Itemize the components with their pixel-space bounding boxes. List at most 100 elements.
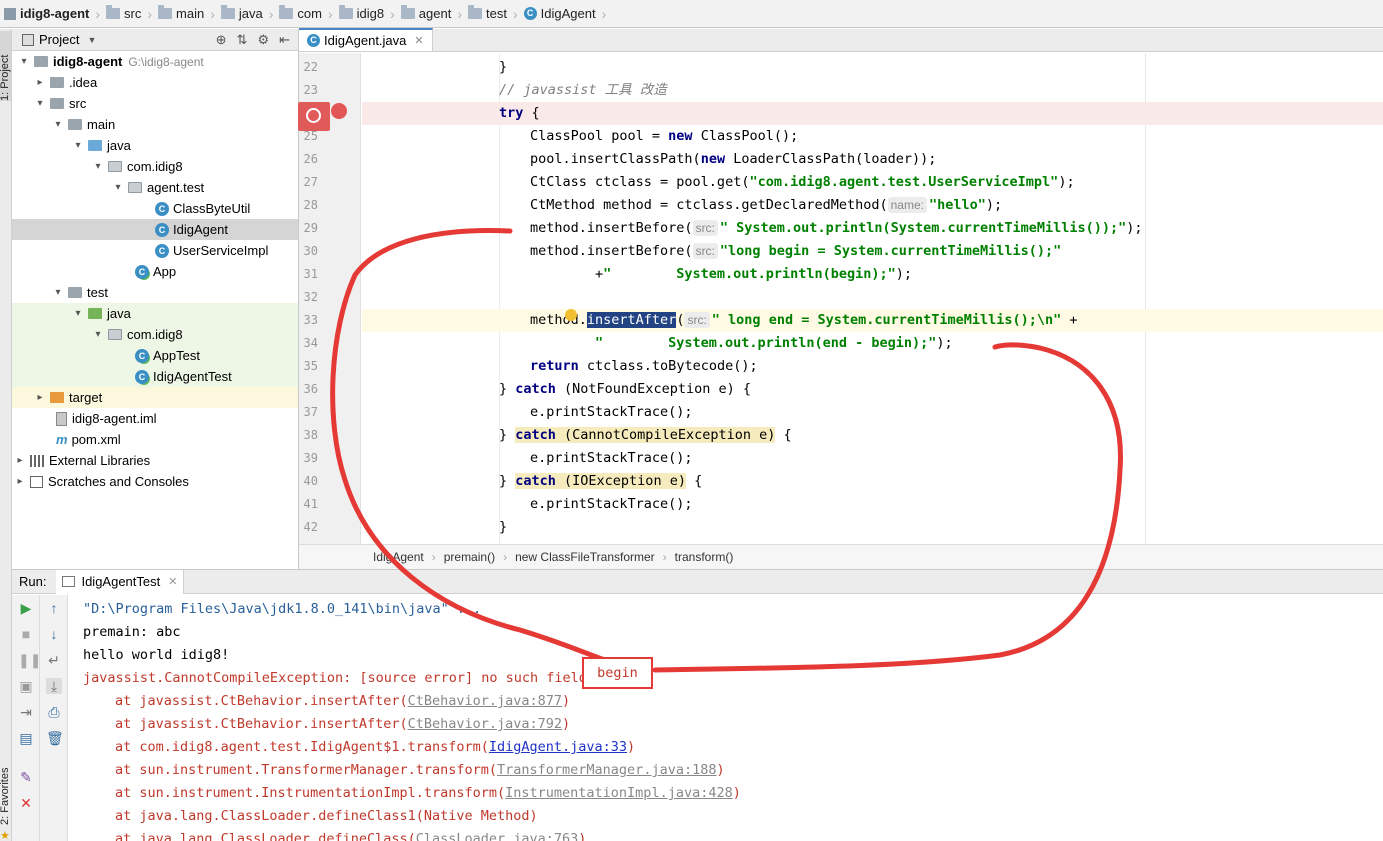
code-line-35: return ctclass.toBytecode(); — [530, 358, 758, 374]
tree-item-target[interactable]: ▸ target — [12, 387, 298, 408]
tree-item-app[interactable]: C App — [12, 261, 298, 282]
close-icon[interactable]: ✕ — [168, 575, 177, 588]
exit-icon[interactable]: ⇥ — [18, 704, 34, 720]
tree-item-src[interactable]: ▾ src — [12, 93, 298, 114]
editor-tabs: C IdigAgent.java ✕ — [299, 28, 1383, 52]
source-link[interactable]: TransformerManager.java:188 — [497, 762, 716, 778]
tree-item-idea[interactable]: ▸ .idea — [12, 72, 298, 93]
tree-item-idigagenttest[interactable]: C IdigAgentTest — [12, 366, 298, 387]
chevron-down-icon[interactable]: ▾ — [72, 140, 84, 151]
breadcrumb-class[interactable]: IdigAgent — [373, 550, 424, 564]
pin-icon[interactable]: ✎ — [18, 769, 34, 785]
source-link[interactable]: CtBehavior.java:792 — [408, 716, 562, 732]
breadcrumb-method[interactable]: premain() — [444, 550, 495, 564]
tree-item-classbyteutil[interactable]: C ClassByteUtil — [12, 198, 298, 219]
line-number: 37 — [303, 405, 318, 419]
camera-icon[interactable]: ▣ — [18, 678, 34, 694]
collapse-all-icon[interactable]: ⇅ — [237, 32, 248, 48]
tab-idigagent-java[interactable]: C IdigAgent.java ✕ — [299, 28, 433, 51]
breakpoint-icon[interactable] — [331, 103, 347, 119]
nav-crumb-idigagent[interactable]: C IdigAgent › — [518, 0, 606, 28]
project-view-dropdown[interactable]: Project — [39, 32, 79, 47]
code-area[interactable]: } // javassist 工具 改造 try { ClassPool poo… — [362, 53, 1383, 544]
tree-item-root[interactable]: ▾ idig8-agent G:\idig8-agent — [12, 51, 298, 72]
rerun-icon[interactable]: ▶ — [18, 600, 34, 616]
chevron-down-icon[interactable]: ▾ — [34, 98, 46, 109]
nav-crumb-test[interactable]: test › — [462, 0, 518, 28]
tree-item-main[interactable]: ▾ main — [12, 114, 298, 135]
tool-tab-project[interactable]: 1: Project — [0, 31, 11, 101]
soft-wrap-icon[interactable]: ↵ — [46, 652, 62, 668]
source-folder-icon — [88, 140, 102, 151]
run-tab-idigagenttest[interactable]: IdigAgentTest ✕ — [56, 569, 185, 594]
locate-icon[interactable]: ⊕ — [216, 32, 227, 48]
selected-text: insertAfter — [586, 312, 677, 328]
lightbulb-icon[interactable] — [565, 309, 577, 321]
tree-item-scratches[interactable]: ▸ Scratches and Consoles — [12, 471, 298, 492]
code-line-37: e.printStackTrace(); — [530, 404, 693, 420]
chevron-down-icon[interactable]: ▾ — [52, 119, 64, 130]
nav-crumb-java[interactable]: java › — [215, 0, 273, 28]
tree-item-test[interactable]: ▾ test — [12, 282, 298, 303]
tree-item-main-java[interactable]: ▾ java — [12, 135, 298, 156]
chevron-down-icon[interactable]: ▾ — [18, 56, 30, 67]
pause-icon[interactable]: ❚❚ — [18, 652, 41, 668]
tree-item-external-libraries[interactable]: ▸ External Libraries — [12, 450, 298, 471]
chevron-down-icon[interactable]: ▾ — [52, 287, 64, 298]
close-icon[interactable]: ✕ — [414, 34, 423, 47]
tree-item-apptest[interactable]: C AppTest — [12, 345, 298, 366]
gear-icon[interactable]: ⚙ — [257, 32, 269, 48]
arrow-down-icon[interactable]: ↓ — [46, 626, 62, 642]
chevron-down-icon[interactable]: ▾ — [92, 329, 104, 340]
print-icon[interactable]: ⎙ — [46, 704, 62, 720]
nav-crumb-com[interactable]: com › — [273, 0, 333, 28]
nav-crumb-main[interactable]: main › — [152, 0, 215, 28]
nav-crumb-agent[interactable]: agent › — [395, 0, 462, 28]
breakpoint-search-icon[interactable] — [298, 102, 330, 131]
chevron-right-icon[interactable]: ▸ — [14, 476, 26, 487]
nav-crumb-project[interactable]: idig8-agent › — [2, 0, 100, 28]
console-output[interactable]: "D:\Program Files\Java\jdk1.8.0_141\bin\… — [69, 595, 1383, 841]
folder-icon — [68, 119, 82, 130]
tree-item-test-java[interactable]: ▾ java — [12, 303, 298, 324]
tree-item-com-idig8[interactable]: ▾ com.idig8 — [12, 156, 298, 177]
chevron-down-icon[interactable]: ▾ — [112, 182, 124, 193]
folder-icon — [158, 5, 173, 19]
chevron-right-icon[interactable]: ▸ — [34, 392, 46, 403]
hide-panel-icon[interactable]: ⇤ — [279, 32, 290, 48]
stack-trace-line: at java.lang.ClassLoader.defineClass1(Na… — [115, 808, 538, 824]
tool-tab-favorites[interactable]: 2: Favorites — [0, 741, 11, 825]
tree-item-iml[interactable]: idig8-agent.iml — [12, 408, 298, 429]
close-panel-icon[interactable]: ✕ — [18, 795, 34, 811]
source-link[interactable]: InstrumentationImpl.java:428 — [505, 785, 733, 801]
stack-trace-line: at javassist.CtBehavior.insertAfter(CtBe… — [115, 716, 571, 732]
line-number: 26 — [303, 152, 318, 166]
folder-icon — [220, 5, 235, 19]
source-link[interactable]: IdigAgent.java:33 — [489, 739, 627, 755]
tree-item-agent-test[interactable]: ▾ agent.test — [12, 177, 298, 198]
arrow-up-icon[interactable]: ↑ — [46, 600, 62, 616]
nav-crumb-idig8[interactable]: idig8 › — [333, 0, 395, 28]
tree-item-pom[interactable]: m pom.xml — [12, 429, 298, 450]
source-link[interactable]: CtBehavior.java:877 — [408, 693, 562, 709]
chevron-right-icon[interactable]: ▸ — [14, 455, 26, 466]
breadcrumb-inner-method[interactable]: transform() — [675, 550, 734, 564]
code-line-29: method.insertBefore(src: " System.out.pri… — [530, 220, 1143, 236]
nav-crumb-src[interactable]: src › — [100, 0, 152, 28]
trash-icon[interactable]: 🗑 — [46, 730, 64, 746]
scroll-to-end-icon[interactable]: ⤓ — [46, 678, 62, 694]
tree-item-userserviceimpl[interactable]: C UserServiceImpl — [12, 240, 298, 261]
package-icon — [128, 182, 142, 193]
tree-item-test-com-idig8[interactable]: ▾ com.idig8 — [12, 324, 298, 345]
dropdown-arrow-icon[interactable]: ▼ — [87, 35, 96, 45]
stack-trace-line: at sun.instrument.TransformerManager.tra… — [115, 762, 725, 778]
layout-icon[interactable]: ▤ — [18, 730, 34, 746]
source-link[interactable]: ClassLoader.java:763 — [416, 831, 579, 841]
chevron-down-icon[interactable]: ▾ — [92, 161, 104, 172]
tree-item-idigagent[interactable]: C IdigAgent — [12, 219, 298, 240]
chevron-down-icon[interactable]: ▾ — [72, 308, 84, 319]
stop-icon[interactable]: ■ — [18, 626, 34, 642]
line-number: 33 — [303, 313, 318, 327]
chevron-right-icon[interactable]: ▸ — [34, 77, 46, 88]
breadcrumb-anon-class[interactable]: new ClassFileTransformer — [515, 550, 655, 564]
